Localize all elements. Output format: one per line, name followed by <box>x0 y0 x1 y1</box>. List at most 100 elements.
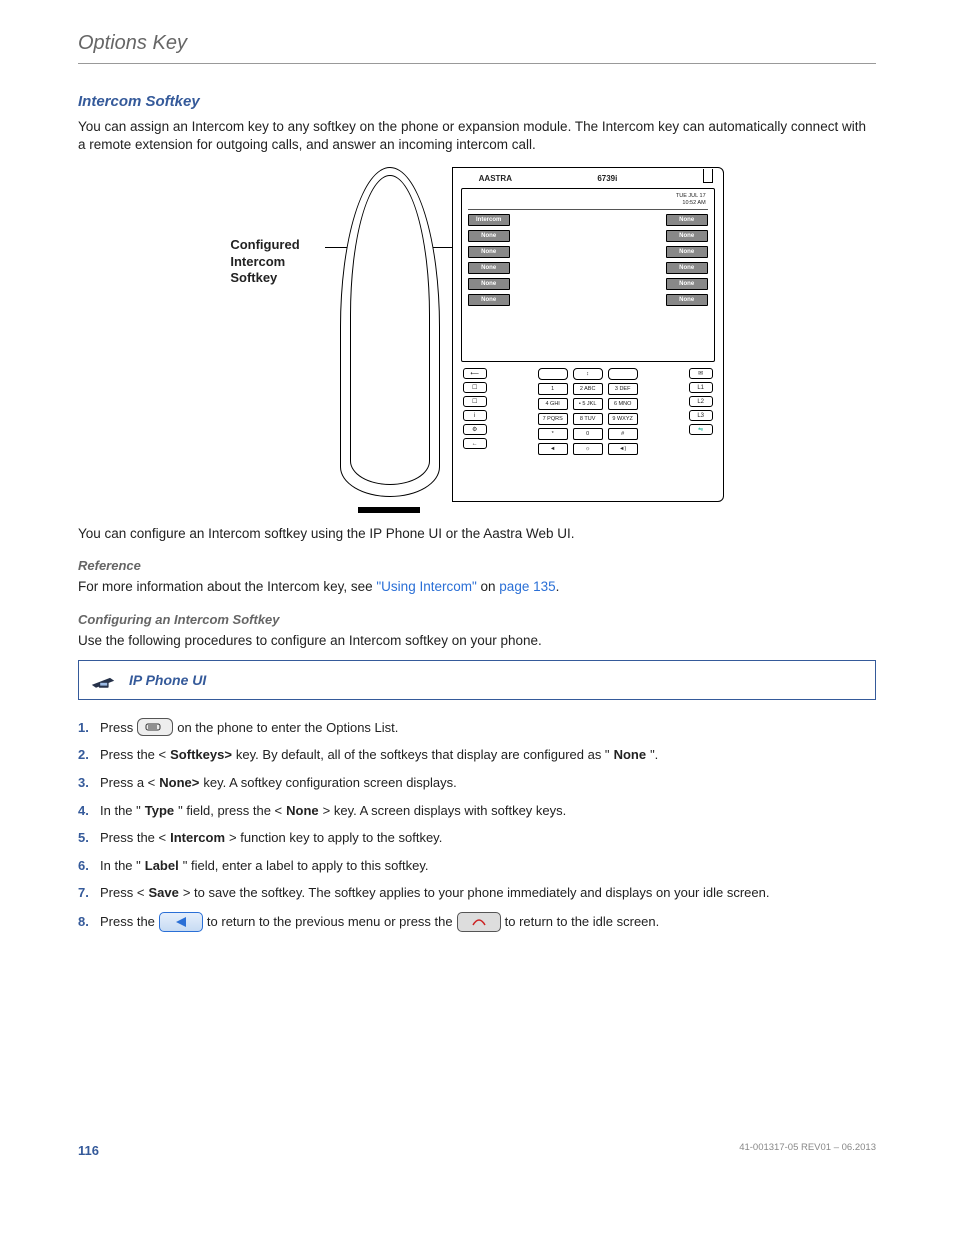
fn-left-col: ⟵ ☐ ☐ i ⚙ ← <box>463 368 487 455</box>
dial-key: 1 <box>538 383 568 395</box>
steps-list: Press on the phone to enter the Options … <box>78 718 876 931</box>
step-bold: None <box>286 802 319 820</box>
phone-icon <box>89 669 117 691</box>
step-text: > function key to apply to the softkey. <box>229 829 442 847</box>
softkey: None <box>468 262 510 274</box>
softkeys-right: None None None None None None <box>666 214 708 306</box>
after-figure-text: You can configure an Intercom softkey us… <box>78 525 876 543</box>
dial-key: 7 PQRS <box>538 413 568 425</box>
phone-model: 6739i <box>597 174 617 185</box>
phone-figure: Configured Intercom Softkey AASTRA 6739i… <box>78 167 876 507</box>
configuring-heading: Configuring an Intercom Softkey <box>78 611 876 629</box>
phone-illustration: AASTRA 6739i TUE JUL 17 10:52 AM Interco… <box>334 167 724 507</box>
page-135-link[interactable]: page 135 <box>499 579 555 594</box>
step-8: Press the to return to the previous menu… <box>78 912 876 932</box>
section-heading-intercom: Intercom Softkey <box>78 92 876 112</box>
procedure-header-box: IP Phone UI <box>78 660 876 700</box>
step-text: to return to the previous menu or press … <box>207 913 453 931</box>
voicemail-key: ✉ <box>689 368 713 379</box>
softkey: None <box>666 262 708 274</box>
dial-key: 9 WXYZ <box>608 413 638 425</box>
step-bold: Type <box>145 802 174 820</box>
handset-inner <box>350 175 430 485</box>
vol-key: ☼ <box>573 443 603 455</box>
page-header: Options Key <box>78 30 876 64</box>
step-text: In the " <box>100 857 141 875</box>
fn-button: ☐ <box>463 382 487 393</box>
step-text: Press < <box>100 884 144 902</box>
led-icon <box>703 169 713 183</box>
nav-key: ↕ <box>573 368 603 380</box>
page-footer: 116 41-001317-05 REV01 – 06.2013 <box>78 1142 876 1160</box>
step-bold: Label <box>145 857 179 875</box>
step-text: to return to the idle screen. <box>505 913 660 931</box>
step-2: Press the <Softkeys> key. By default, al… <box>78 746 876 764</box>
step-text: ". <box>650 746 658 764</box>
step-4: In the "Type" field, press the <None> ke… <box>78 802 876 820</box>
phone-brand: AASTRA <box>479 174 512 185</box>
softkeys-left: Intercom None None None None None <box>468 214 510 306</box>
screen-datetime: TUE JUL 17 10:52 AM <box>468 193 708 209</box>
page-number: 116 <box>78 1142 99 1160</box>
hangup-key <box>608 368 638 380</box>
fn-right-col: ✉ L1 L2 L3 ⇋ <box>689 368 713 455</box>
dial-key: 8 TUV <box>573 413 603 425</box>
phone-screen: TUE JUL 17 10:52 AM Intercom None None N… <box>461 188 715 362</box>
step-text: In the " <box>100 802 141 820</box>
step-text: > key. A screen displays with softkey ke… <box>323 802 567 820</box>
step-3: Press a <None> key. A softkey configurat… <box>78 774 876 792</box>
nav-key <box>538 368 568 380</box>
vol-key: ◄) <box>608 443 638 455</box>
intro-paragraph: You can assign an Intercom key to any so… <box>78 118 876 154</box>
step-text: key. By default, all of the softkeys tha… <box>236 746 610 764</box>
dial-key: • 5 JKL <box>573 398 603 410</box>
softkey: None <box>666 230 708 242</box>
dial-key: 0 <box>573 428 603 440</box>
softkey: None <box>468 278 510 290</box>
fn-button: ⟵ <box>463 368 487 379</box>
dial-pad: ↕ 1 2 ABC 3 DEF 4 GHI • 5 JKL 6 MNO 7 PQ… <box>538 368 638 455</box>
options-key-icon <box>137 718 173 736</box>
reference-heading: Reference <box>78 557 876 575</box>
ref-mid: on <box>477 579 500 594</box>
fn-button: ← <box>463 438 487 449</box>
step-text: Press the <box>100 913 155 931</box>
dial-key: 6 MNO <box>608 398 638 410</box>
step-text: Press the < <box>100 746 166 764</box>
softkey: None <box>468 294 510 306</box>
step-text: > to save the softkey. The softkey appli… <box>183 884 770 902</box>
softkey: None <box>468 246 510 258</box>
keypad-area: ⟵ ☐ ☐ i ⚙ ← ↕ 1 2 ABC <box>461 368 715 455</box>
softkey: None <box>666 246 708 258</box>
step-5: Press the <Intercom> function key to app… <box>78 829 876 847</box>
doc-id: 41-001317-05 REV01 – 06.2013 <box>739 1142 876 1160</box>
fn-button: i <box>463 410 487 421</box>
step-text: Press <box>100 719 133 737</box>
dial-key: # <box>608 428 638 440</box>
step-text: Press a < <box>100 774 155 792</box>
softkey: None <box>468 230 510 242</box>
step-bold: Save <box>148 884 178 902</box>
dial-key: 4 GHI <box>538 398 568 410</box>
fn-button: ☐ <box>463 396 487 407</box>
ref-post: . <box>556 579 560 594</box>
step-6: In the "Label" field, enter a label to a… <box>78 857 876 875</box>
softkey: None <box>666 278 708 290</box>
step-bold: None> <box>159 774 199 792</box>
configuring-text: Use the following procedures to configur… <box>78 632 876 650</box>
vol-key: ◄ <box>538 443 568 455</box>
dial-key: 3 DEF <box>608 383 638 395</box>
idle-button-icon <box>457 912 501 932</box>
speaker-key: ⇋ <box>689 424 713 435</box>
dial-key: * <box>538 428 568 440</box>
step-bold: Intercom <box>170 829 225 847</box>
step-7: Press <Save > to save the softkey. The so… <box>78 884 876 902</box>
ref-pre: For more information about the Intercom … <box>78 579 376 594</box>
fn-button: ⚙ <box>463 424 487 435</box>
step-text: " field, press the < <box>178 802 282 820</box>
using-intercom-link[interactable]: "Using Intercom" <box>376 579 476 594</box>
step-bold: Softkeys> <box>170 746 232 764</box>
softkey: None <box>666 214 708 226</box>
step-text: key. A softkey configuration screen disp… <box>203 774 456 792</box>
figure-callout: Configured Intercom Softkey <box>230 237 299 288</box>
